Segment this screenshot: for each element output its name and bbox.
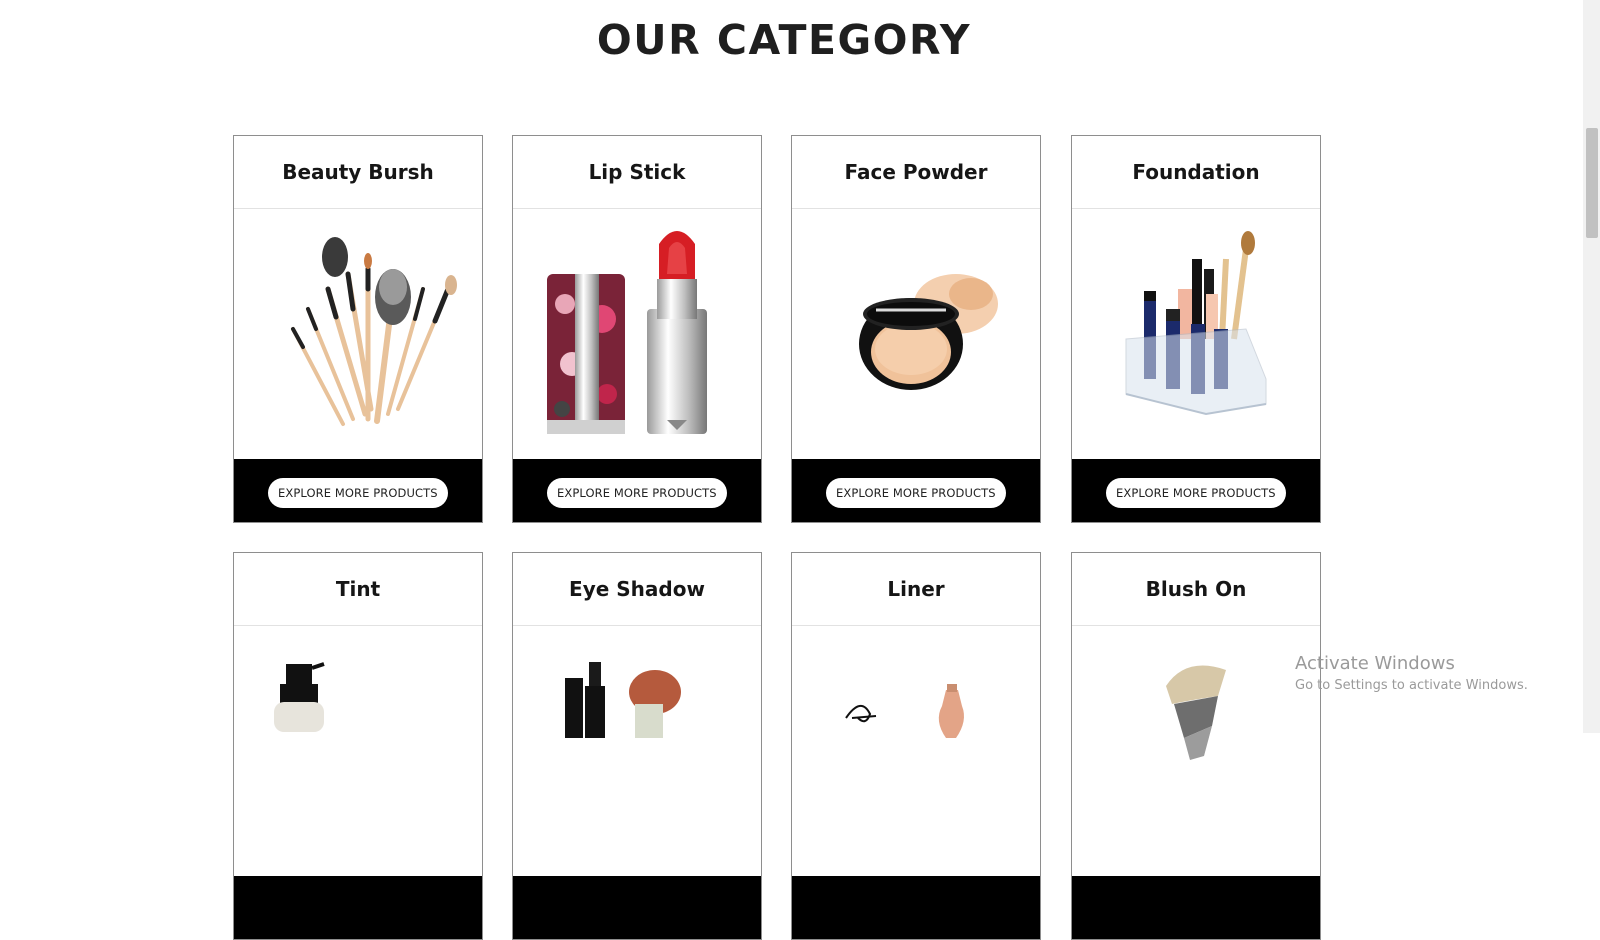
category-title: Lip Stick [513,136,761,209]
category-title: Foundation [1072,136,1320,209]
card-footer: EXPLORE MORE PRODUCTS [792,459,1040,522]
category-image[interactable] [234,209,482,459]
windows-activation-watermark: Activate Windows Go to Settings to activ… [1295,652,1528,696]
kabuki-brush-icon [1166,665,1226,760]
category-image[interactable] [792,209,1040,459]
mascara-brush-icon [565,662,681,738]
category-card-eye-shadow: Eye Shadow [512,552,762,940]
explore-more-products-button[interactable]: EXPLORE MORE PRODUCTS [268,478,448,508]
spray-bottle-icon [274,662,325,732]
category-card-lipstick: Lip Stick EXPLORE MORE PRODUCTS [512,135,762,523]
category-card-beauty-brush: Beauty Bursh EXPLORE MORE PRODUCTS [233,135,483,523]
explore-more-products-button[interactable]: EXPLORE MORE PRODUCTS [826,478,1006,508]
card-footer [234,876,482,939]
category-image[interactable] [234,626,482,876]
explore-more-products-button[interactable]: EXPLORE MORE PRODUCTS [1106,478,1286,508]
category-card-face-powder: Face Powder EXPLORE MORE PRODUCTS [791,135,1041,523]
lipstick-icon [547,231,707,434]
explore-more-products-button[interactable]: EXPLORE MORE PRODUCTS [547,478,727,508]
category-title: Eye Shadow [513,553,761,626]
page-scrollbar[interactable] [1583,0,1600,733]
scrollbar-thumb[interactable] [1586,128,1598,238]
category-image[interactable] [792,626,1040,876]
card-footer: EXPLORE MORE PRODUCTS [1072,459,1320,522]
eyeliner-icon [845,684,964,738]
category-title: Face Powder [792,136,1040,209]
category-card-liner: Liner [791,552,1041,940]
category-title: Blush On [1072,553,1320,626]
card-footer [513,876,761,939]
category-image[interactable] [513,626,761,876]
card-footer: EXPLORE MORE PRODUCTS [513,459,761,522]
powder-compact-icon [859,274,998,390]
category-title: Liner [792,553,1040,626]
category-title: Beauty Bursh [234,136,482,209]
card-footer: EXPLORE MORE PRODUCTS [234,459,482,522]
category-image[interactable] [1072,626,1320,876]
watermark-subtitle: Go to Settings to activate Windows. [1295,678,1528,693]
makeup-organizer-icon [1125,231,1267,416]
category-card-tint: Tint [233,552,483,940]
page-title: OUR CATEGORY [596,16,972,64]
card-footer [792,876,1040,939]
category-card-foundation: Foundation EXPLORE MORE PRODUCTS [1071,135,1321,523]
makeup-brushes-icon [291,237,457,426]
category-image[interactable] [513,209,761,459]
category-title: Tint [234,553,482,626]
card-footer [1072,876,1320,939]
watermark-title: Activate Windows [1295,653,1455,674]
category-image[interactable] [1072,209,1320,459]
category-card-blush-on: Blush On [1071,552,1321,940]
